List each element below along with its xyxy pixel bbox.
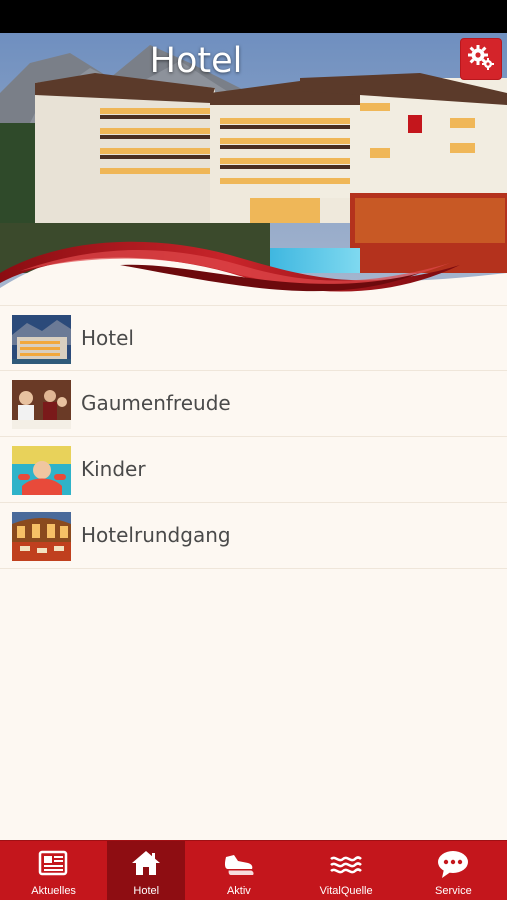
tab-aktuelles[interactable]: Aktuelles (0, 841, 107, 900)
chat-bubble-icon (436, 849, 470, 884)
tab-label: Service (435, 885, 472, 897)
tab-hotel[interactable]: Hotel (107, 841, 186, 900)
list-item-kinder[interactable]: Kinder (0, 437, 507, 503)
list-item-label: Hotel (81, 326, 134, 350)
tab-label: Hotel (133, 885, 160, 897)
child-pool-thumbnail (12, 446, 71, 495)
newspaper-icon (38, 849, 70, 882)
waves-icon (329, 849, 363, 882)
list-item-label: Gaumenfreude (81, 391, 231, 415)
tab-label: VitalQuelle (319, 885, 373, 897)
settings-button[interactable] (460, 38, 502, 80)
tab-aktiv[interactable]: Aktiv (185, 841, 292, 900)
menu-list: Hotel Gaumenfreude Kinder Hotelrundgang (0, 305, 507, 569)
list-item-hotelrundgang[interactable]: Hotelrundgang (0, 503, 507, 569)
tab-vitalquelle[interactable]: VitalQuelle (293, 841, 400, 900)
content-area: Hotel Gaumenfreude Kinder Hotelrundgang (0, 305, 507, 840)
list-item-gaumenfreude[interactable]: Gaumenfreude (0, 371, 507, 437)
page-title: Hotel (149, 41, 243, 81)
gear-icon (467, 43, 495, 76)
hotel-exterior-thumbnail (12, 315, 71, 364)
list-item-hotel[interactable]: Hotel (0, 305, 507, 371)
status-bar (0, 0, 507, 33)
bottom-tab-bar: Aktuelles Hotel Aktiv VitalQuelle Servic… (0, 840, 507, 900)
home-icon (130, 849, 162, 882)
list-item-label: Hotelrundgang (81, 523, 231, 547)
dining-thumbnail (12, 380, 71, 429)
tab-label: Aktiv (226, 885, 251, 897)
tab-service[interactable]: Service (400, 841, 507, 900)
list-item-label: Kinder (81, 457, 146, 481)
shoes-icon (222, 849, 256, 882)
hotel-interior-thumbnail (12, 512, 71, 561)
tab-label: Aktuelles (31, 885, 76, 897)
